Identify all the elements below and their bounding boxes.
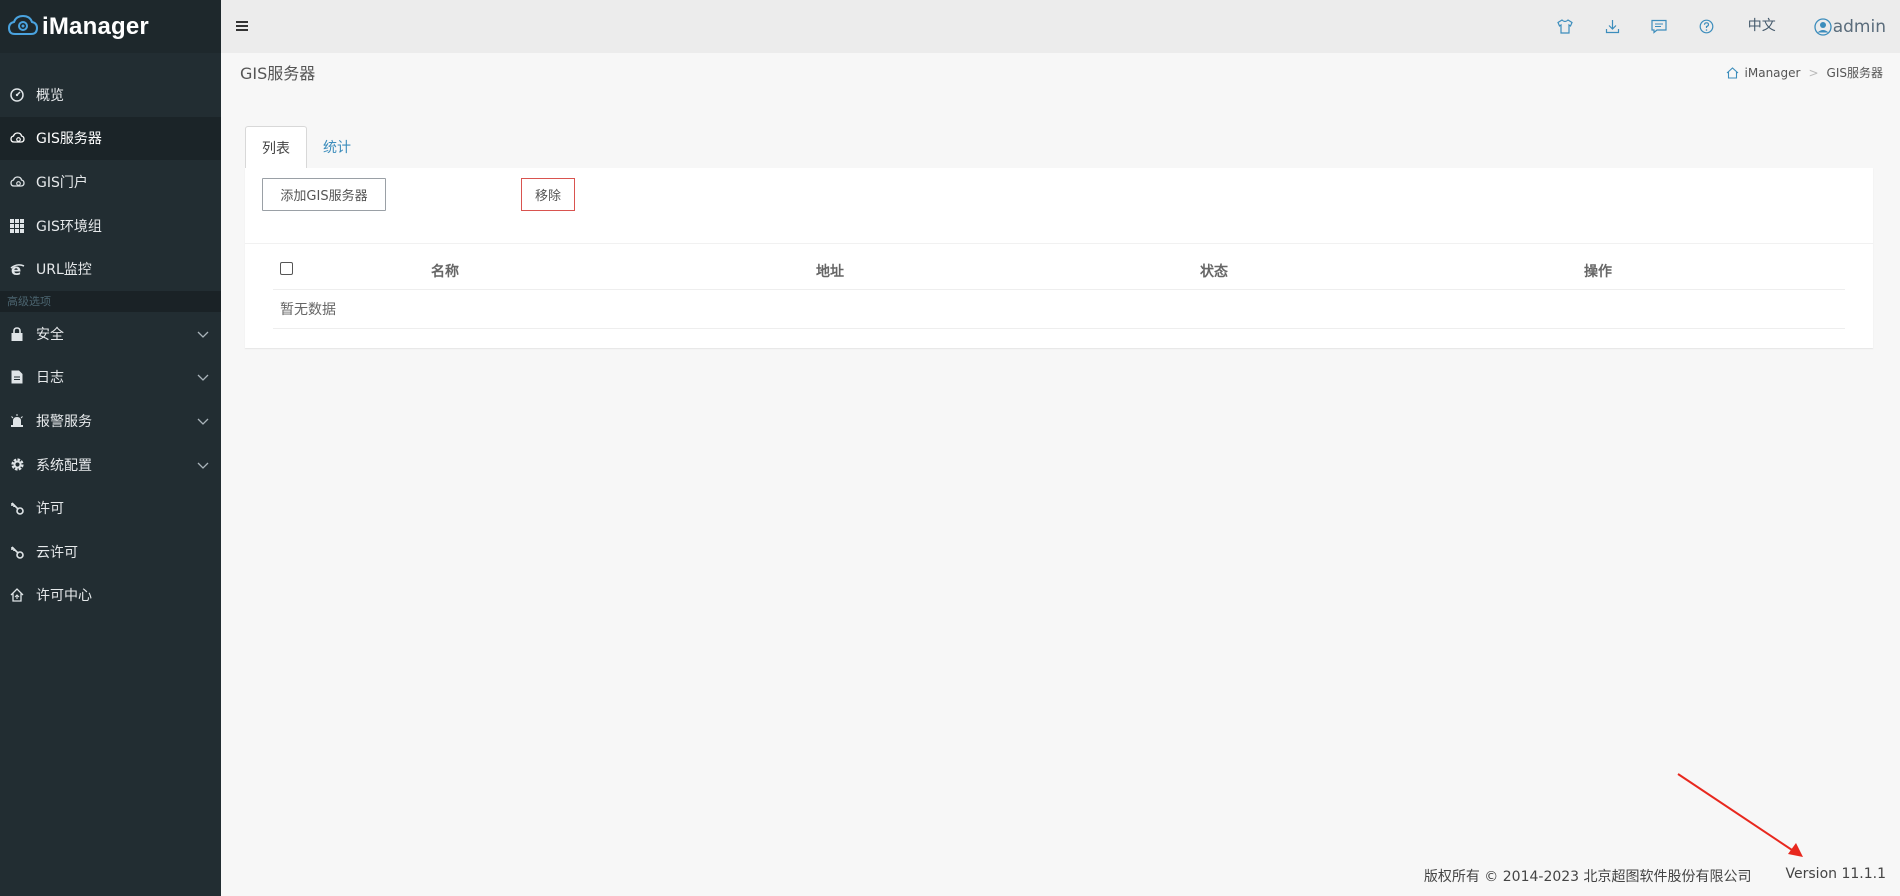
- tab-statistics[interactable]: 统计: [307, 126, 367, 168]
- tab-bar: 列表 统计: [245, 126, 367, 169]
- cloud-logo-icon: [8, 14, 38, 35]
- sidebar-item-license[interactable]: 许可: [0, 486, 221, 530]
- remove-button[interactable]: 移除: [521, 178, 575, 211]
- language-switch[interactable]: 中文: [1730, 0, 1794, 53]
- download-icon: [1605, 20, 1619, 34]
- chevron-down-icon: [197, 462, 209, 469]
- sidebar-item-system-config[interactable]: 系统配置: [0, 443, 221, 487]
- alarm-icon: [9, 413, 25, 429]
- sidebar-item-alarm[interactable]: 报警服务: [0, 399, 221, 443]
- main-menu: 概览 GIS服务器 GIS门户 GIS环境组 e URL监控: [0, 73, 221, 291]
- logo[interactable]: iManager: [0, 0, 221, 53]
- sidebar: iManager 概览 GIS服务器 GIS门户 GIS环境组 e URL监控 …: [0, 0, 221, 896]
- sidebar-item-label: 安全: [36, 326, 64, 343]
- advanced-section-header: 高级选项: [0, 290, 221, 312]
- divider: [245, 243, 1873, 244]
- cloud-gear-icon: [9, 130, 25, 146]
- ie-icon: e: [9, 261, 25, 277]
- cloud-gear-icon: [9, 174, 25, 190]
- home-up-icon: [9, 587, 25, 603]
- annotation-arrow: [1677, 773, 1803, 857]
- username: admin: [1832, 16, 1886, 37]
- breadcrumb-separator: >: [1808, 65, 1819, 80]
- download-button[interactable]: [1589, 0, 1636, 53]
- column-header-status[interactable]: 状态: [1179, 261, 1562, 281]
- sidebar-item-label: GIS服务器: [36, 131, 102, 148]
- sidebar-item-gis-server[interactable]: GIS服务器: [0, 116, 221, 161]
- page-title: GIS服务器: [240, 64, 316, 83]
- grid-icon: [9, 218, 25, 234]
- tab-panel: 添加GIS服务器 移除 名称 地址 状态 操作 暂无数据: [245, 168, 1873, 348]
- topbar: 中文 admin: [221, 0, 1900, 53]
- help-button[interactable]: [1683, 0, 1730, 53]
- sidebar-item-label: 系统配置: [36, 457, 92, 474]
- menu-toggle-icon[interactable]: [235, 17, 251, 35]
- sidebar-item-label: 报警服务: [36, 413, 92, 430]
- topbar-actions: 中文 admin: [1542, 0, 1900, 53]
- tab-list[interactable]: 列表: [245, 126, 307, 169]
- sidebar-item-log[interactable]: 日志: [0, 356, 221, 400]
- gear-icon: [9, 457, 25, 473]
- add-gis-server-button[interactable]: 添加GIS服务器: [262, 178, 386, 211]
- user-menu[interactable]: admin: [1794, 0, 1900, 53]
- key-icon: [9, 500, 25, 516]
- server-table: 名称 地址 状态 操作 暂无数据: [273, 252, 1845, 329]
- theme-button[interactable]: [1542, 0, 1589, 53]
- messages-button[interactable]: [1636, 0, 1683, 53]
- user-icon: [1814, 17, 1832, 36]
- sidebar-item-url-monitor[interactable]: e URL监控: [0, 247, 221, 291]
- empty-state: 暂无数据: [273, 290, 1845, 329]
- table-header: 名称 地址 状态 操作: [273, 252, 1845, 290]
- select-all-cell: [273, 262, 413, 279]
- column-header-address[interactable]: 地址: [796, 261, 1179, 281]
- sidebar-item-license-center[interactable]: 许可中心: [0, 574, 221, 618]
- column-header-actions: 操作: [1584, 263, 1612, 280]
- home-icon: [1726, 66, 1738, 79]
- sidebar-item-label: 概览: [36, 87, 64, 104]
- sidebar-item-label: 许可中心: [36, 588, 92, 605]
- breadcrumb-root[interactable]: iManager: [1745, 66, 1801, 80]
- sidebar-item-label: 日志: [36, 370, 64, 387]
- sidebar-item-label: URL监控: [36, 262, 92, 279]
- message-icon: [1651, 19, 1667, 34]
- column-header-name[interactable]: 名称: [413, 261, 796, 281]
- sidebar-item-cloud-license[interactable]: 云许可: [0, 530, 221, 574]
- shirt-icon: [1557, 19, 1573, 34]
- copyright: 版权所有 © 2014-2023 北京超图软件股份有限公司: [1423, 869, 1752, 885]
- select-all-checkbox[interactable]: [280, 262, 293, 275]
- sidebar-item-label: 云许可: [36, 544, 78, 561]
- sidebar-item-gis-env-group[interactable]: GIS环境组: [0, 204, 221, 248]
- sidebar-item-label: GIS环境组: [36, 218, 102, 235]
- key-icon: [9, 544, 25, 560]
- sidebar-item-security[interactable]: 安全: [0, 312, 221, 356]
- help-icon: [1699, 19, 1714, 34]
- file-icon: [9, 369, 25, 385]
- sidebar-item-overview[interactable]: 概览: [0, 73, 221, 117]
- lock-icon: [9, 326, 25, 342]
- chevron-down-icon: [197, 418, 209, 425]
- sidebar-item-label: GIS门户: [36, 174, 88, 191]
- app-name: iManager: [42, 12, 149, 40]
- breadcrumb-current: GIS服务器: [1826, 66, 1883, 80]
- chevron-down-icon: [197, 374, 209, 382]
- version-label: Version 11.1.1: [1785, 866, 1886, 882]
- sidebar-item-gis-portal[interactable]: GIS门户: [0, 160, 221, 204]
- sidebar-item-label: 许可: [36, 501, 64, 518]
- advanced-menu: 安全 日志 报警服务 系统配置 许可 云许可 许可中心: [0, 312, 221, 617]
- footer: 版权所有 © 2014-2023 北京超图软件股份有限公司 Version 11…: [1424, 866, 1886, 886]
- dashboard-icon: [9, 87, 25, 103]
- breadcrumb: iManager > GIS服务器: [1726, 64, 1883, 81]
- chevron-down-icon: [197, 331, 209, 338]
